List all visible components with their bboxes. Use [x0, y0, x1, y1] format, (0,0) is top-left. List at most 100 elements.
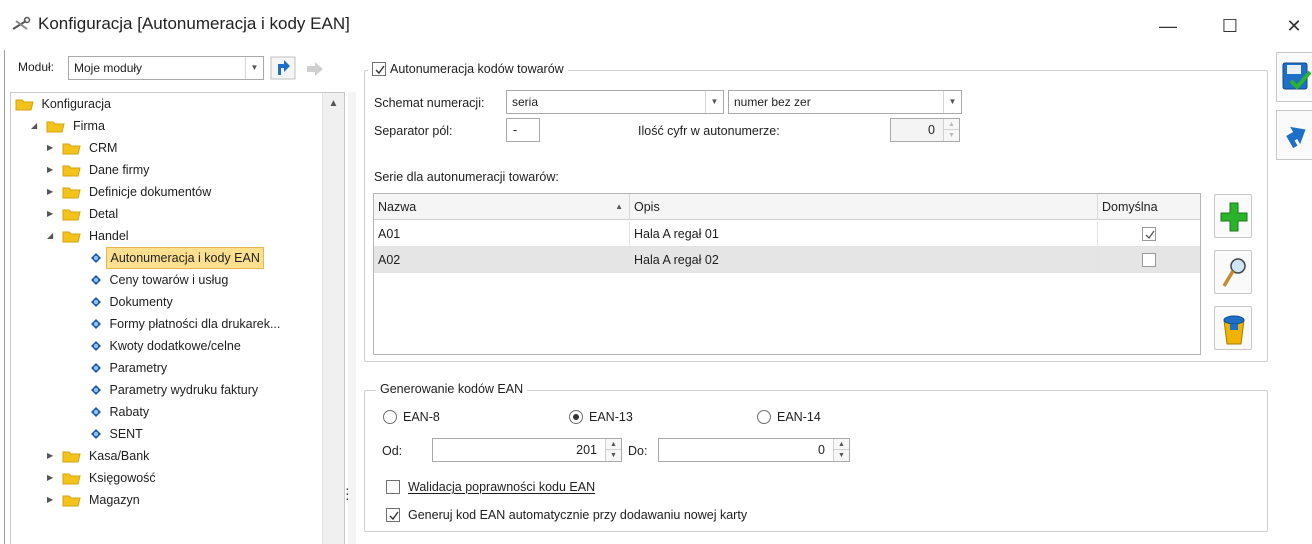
series-table[interactable]: Nazwa ▲ Opis Domyślna A01 Hala A regał 0…	[373, 193, 1201, 355]
tree-item-formy-platnosci[interactable]: Formy płatności dla drukarek...	[89, 313, 283, 335]
save-button[interactable]	[1276, 52, 1312, 102]
stepper-down-icon[interactable]: ▼	[944, 130, 959, 141]
tree-item-firma[interactable]: ◢ Firma	[31, 115, 108, 137]
tree-item-kwoty-dodatkowe[interactable]: Kwoty dodatkowe/celne	[89, 335, 244, 357]
cell-domyslna	[1098, 247, 1200, 273]
from-input[interactable]: 201 ▲ ▼	[432, 438, 622, 462]
check-icon	[389, 511, 399, 521]
chevron-down-icon[interactable]: ▼	[943, 91, 961, 113]
stepper-down-icon[interactable]: ▼	[606, 450, 621, 461]
delete-button[interactable]	[1214, 306, 1252, 350]
splitter-grip-icon[interactable]: · · ·	[345, 481, 350, 505]
module-combo[interactable]: Moje moduły ▼	[68, 56, 264, 80]
tree-item-label: Konfiguracja	[41, 97, 111, 111]
tree-item-autonumeracja[interactable]: Autonumeracja i kody EAN	[89, 247, 264, 269]
ean8-radio[interactable]	[383, 410, 397, 424]
schema-combo-2[interactable]: numer bez zer ▼	[728, 90, 962, 114]
collapsed-icon[interactable]: ▶	[47, 181, 59, 203]
tree-item-label: Detal	[88, 207, 119, 221]
column-header-domyslna[interactable]: Domyślna	[1098, 194, 1200, 220]
table-row[interactable]: A01 Hala A regał 01	[374, 221, 1200, 247]
digits-label: Ilość cyfr w autonumerze:	[638, 124, 780, 138]
from-stepper[interactable]: ▲ ▼	[605, 439, 621, 461]
tree-item-parametry-wydruku[interactable]: Parametry wydruku faktury	[89, 379, 261, 401]
tree-item-definicje-dokumentow[interactable]: ▶ Definicje dokumentów	[47, 181, 214, 203]
separator-label: Separator pól:	[374, 124, 453, 138]
ean8-label[interactable]: EAN-8	[403, 410, 440, 424]
maximize-button[interactable]: ☐	[1218, 14, 1242, 38]
tree-item-parametry[interactable]: Parametry	[89, 357, 170, 379]
autonum-group-label: Autonumeracja kodów towarów	[390, 62, 564, 76]
cell-opis: Hala A regał 02	[630, 247, 1098, 273]
stepper-up-icon[interactable]: ▲	[606, 439, 621, 450]
tree-item-magazyn[interactable]: ▶ Magazyn	[47, 489, 143, 511]
settings-leaf-icon	[91, 428, 101, 439]
schema-combo-1[interactable]: seria ▼	[506, 90, 724, 114]
tree-item-ceny[interactable]: Ceny towarów i usług	[89, 269, 231, 291]
digits-input[interactable]: 0 ▲ ▼	[890, 118, 960, 142]
chevron-down-icon[interactable]: ▼	[245, 57, 263, 79]
scroll-up-icon[interactable]: ▲	[323, 93, 344, 115]
tree-item-sent[interactable]: SENT	[89, 423, 146, 445]
tree-item-handel[interactable]: ◢ Handel	[47, 225, 132, 247]
ean14-radio[interactable]	[757, 410, 771, 424]
tree-item-dokumenty[interactable]: Dokumenty	[89, 291, 176, 313]
tree-item-rabaty[interactable]: Rabaty	[89, 401, 152, 423]
autonum-checkbox[interactable]	[372, 61, 386, 76]
settings-leaf-icon	[91, 362, 101, 373]
ean14-label[interactable]: EAN-14	[777, 410, 821, 424]
stepper-down-icon[interactable]: ▼	[834, 450, 849, 461]
forward-module-button[interactable]	[302, 56, 328, 80]
validate-checkbox[interactable]	[386, 480, 400, 494]
series-label: Serie dla autonumeracji towarów:	[374, 170, 559, 184]
tree-item-konfiguracja[interactable]: Konfiguracja	[15, 93, 114, 115]
to-input[interactable]: 0 ▲ ▼	[658, 438, 850, 462]
ean13-radio[interactable]	[569, 410, 583, 424]
tree-item-label: CRM	[88, 141, 118, 155]
cancel-button[interactable]	[1276, 110, 1312, 160]
default-checkbox[interactable]	[1142, 253, 1156, 267]
tree-scrollbar[interactable]: ▲	[322, 93, 344, 544]
close-button[interactable]: ✕	[1282, 14, 1306, 38]
validate-label[interactable]: Walidacja poprawności kodu EAN	[408, 480, 595, 494]
to-stepper[interactable]: ▲ ▼	[833, 439, 849, 461]
collapsed-icon[interactable]: ▶	[47, 467, 59, 489]
autonum-group-header[interactable]: Autonumeracja kodów towarów	[368, 61, 568, 77]
collapsed-icon[interactable]: ▶	[47, 445, 59, 467]
separator-input[interactable]: -	[506, 118, 540, 142]
tree-item-label: Kasa/Bank	[88, 449, 150, 463]
tree-item-detal[interactable]: ▶ Detal	[47, 203, 121, 225]
collapsed-icon[interactable]: ▶	[47, 159, 59, 181]
stepper-up-icon[interactable]: ▲	[834, 439, 849, 450]
stepper-up-icon[interactable]: ▲	[944, 119, 959, 130]
chevron-down-icon[interactable]: ▼	[705, 91, 723, 113]
collapsed-icon[interactable]: ▶	[47, 137, 59, 159]
config-tree[interactable]: ▲ Konfiguracja ◢ Firma ▶ CRM ▶ Dane firm…	[10, 92, 345, 544]
minimize-button[interactable]: —	[1156, 14, 1180, 38]
autogen-label[interactable]: Generuj kod EAN automatycznie przy dodaw…	[408, 508, 747, 522]
plus-icon	[1220, 202, 1248, 232]
digits-stepper[interactable]: ▲ ▼	[943, 119, 959, 141]
collapsed-icon[interactable]: ▶	[47, 489, 59, 511]
panel-splitter[interactable]	[348, 92, 356, 544]
tree-item-crm[interactable]: ▶ CRM	[47, 137, 120, 159]
expanded-icon[interactable]: ◢	[47, 225, 59, 247]
autogen-checkbox[interactable]	[386, 508, 400, 522]
expanded-icon[interactable]: ◢	[31, 115, 43, 137]
add-button[interactable]	[1214, 194, 1252, 238]
settings-leaf-icon	[91, 384, 101, 395]
column-header-nazwa[interactable]: Nazwa ▲	[374, 194, 630, 220]
tree-item-ksiegowosc[interactable]: ▶ Księgowość	[47, 467, 159, 489]
tree-item-label: Księgowość	[88, 471, 156, 485]
tree-item-kasa-bank[interactable]: ▶ Kasa/Bank	[47, 445, 152, 467]
refresh-module-button[interactable]	[270, 56, 296, 80]
default-checkbox[interactable]	[1142, 227, 1156, 241]
digits-value: 0	[928, 123, 935, 137]
preview-button[interactable]	[1214, 250, 1252, 294]
column-header-opis[interactable]: Opis	[630, 194, 1098, 220]
table-row[interactable]: A02 Hala A regał 02	[374, 247, 1200, 273]
tree-item-dane-firmy[interactable]: ▶ Dane firmy	[47, 159, 152, 181]
ean13-label[interactable]: EAN-13	[589, 410, 633, 424]
collapsed-icon[interactable]: ▶	[47, 203, 59, 225]
tree-item-label: Parametry wydruku faktury	[109, 383, 259, 397]
